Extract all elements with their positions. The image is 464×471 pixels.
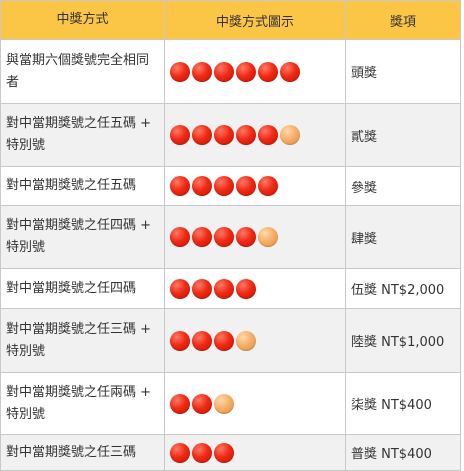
red-ball-icon	[170, 61, 190, 82]
table-header-row: 中獎方式 中獎方式圖示 獎項	[0, 0, 461, 40]
method-cell: 對中當期獎號之任四碼 + 特別號	[0, 205, 165, 269]
method-cell: 對中當期獎號之任四碼	[0, 268, 165, 309]
diagram-cell	[164, 372, 346, 435]
red-ball-icon	[236, 227, 256, 247]
ball-group	[170, 227, 340, 247]
red-ball-icon	[258, 176, 278, 196]
ball-group	[170, 393, 340, 414]
special-ball-icon	[280, 125, 300, 145]
header-prize: 獎項	[345, 0, 461, 40]
red-ball-icon	[170, 227, 190, 247]
diagram-cell	[164, 308, 346, 373]
red-ball-icon	[214, 61, 234, 82]
special-ball-icon	[258, 227, 278, 247]
diagram-cell	[164, 434, 346, 471]
red-ball-icon	[170, 330, 190, 351]
red-ball-icon	[192, 278, 212, 299]
method-cell: 對中當期獎號之任五碼 + 特別號	[0, 103, 165, 167]
prize-cell: 頭獎	[345, 39, 461, 104]
ball-group	[170, 176, 340, 196]
header-method: 中獎方式	[0, 0, 165, 40]
red-ball-icon	[236, 125, 256, 145]
red-ball-icon	[258, 125, 278, 145]
red-ball-icon	[170, 393, 190, 414]
method-cell: 對中當期獎號之任兩碼 + 特別號	[0, 372, 165, 435]
table-row: 對中當期獎號之任兩碼 + 特別號 柒獎 NT$400	[0, 372, 461, 435]
prize-cell: 貳獎	[345, 103, 461, 167]
diagram-cell	[164, 39, 346, 104]
ball-group	[170, 278, 340, 299]
prize-cell: 普獎 NT$400	[345, 434, 461, 471]
red-ball-icon	[214, 278, 234, 299]
ball-group	[170, 330, 340, 351]
table-row: 與當期六個獎號完全相同者 頭獎	[0, 39, 461, 104]
red-ball-icon	[170, 125, 190, 145]
prize-cell: 肆獎	[345, 205, 461, 269]
table-row: 對中當期獎號之任三碼 + 特別號 陸獎 NT$1,000	[0, 308, 461, 373]
red-ball-icon	[214, 330, 234, 351]
table-row: 對中當期獎號之任四碼 伍獎 NT$2,000	[0, 268, 461, 309]
red-ball-icon	[170, 442, 190, 463]
red-ball-icon	[236, 278, 256, 299]
method-cell: 對中當期獎號之任三碼 + 特別號	[0, 308, 165, 373]
red-ball-icon	[280, 61, 300, 82]
prize-cell: 伍獎 NT$2,000	[345, 268, 461, 309]
red-ball-icon	[192, 330, 212, 351]
red-ball-icon	[214, 176, 234, 196]
table-row: 對中當期獎號之任五碼 參獎	[0, 166, 461, 206]
red-ball-icon	[214, 442, 234, 463]
method-cell: 對中當期獎號之任三碼	[0, 434, 165, 471]
red-ball-icon	[170, 176, 190, 196]
red-ball-icon	[192, 393, 212, 414]
red-ball-icon	[192, 125, 212, 145]
table-row: 對中當期獎號之任四碼 + 特別號 肆獎	[0, 205, 461, 269]
prize-cell: 參獎	[345, 166, 461, 206]
prize-cell: 柒獎 NT$400	[345, 372, 461, 435]
prize-cell: 陸獎 NT$1,000	[345, 308, 461, 373]
header-diagram: 中獎方式圖示	[164, 0, 346, 40]
ball-group	[170, 61, 340, 82]
special-ball-icon	[236, 330, 256, 351]
table-row: 對中當期獎號之任五碼 + 特別號 貳獎	[0, 103, 461, 167]
ball-group	[170, 442, 340, 463]
special-ball-icon	[214, 393, 234, 414]
method-cell: 與當期六個獎號完全相同者	[0, 39, 165, 104]
prize-table: 中獎方式 中獎方式圖示 獎項 與當期六個獎號完全相同者 頭獎 對中當期獎號之任五…	[0, 0, 461, 471]
red-ball-icon	[258, 61, 278, 82]
red-ball-icon	[192, 176, 212, 196]
diagram-cell	[164, 166, 346, 206]
red-ball-icon	[214, 125, 234, 145]
red-ball-icon	[192, 61, 212, 82]
red-ball-icon	[236, 61, 256, 82]
method-cell: 對中當期獎號之任五碼	[0, 166, 165, 206]
red-ball-icon	[214, 227, 234, 247]
diagram-cell	[164, 268, 346, 309]
red-ball-icon	[192, 442, 212, 463]
diagram-cell	[164, 205, 346, 269]
red-ball-icon	[236, 176, 256, 196]
red-ball-icon	[170, 278, 190, 299]
table-row: 對中當期獎號之任三碼 普獎 NT$400	[0, 434, 461, 471]
red-ball-icon	[192, 227, 212, 247]
diagram-cell	[164, 103, 346, 167]
ball-group	[170, 125, 340, 145]
